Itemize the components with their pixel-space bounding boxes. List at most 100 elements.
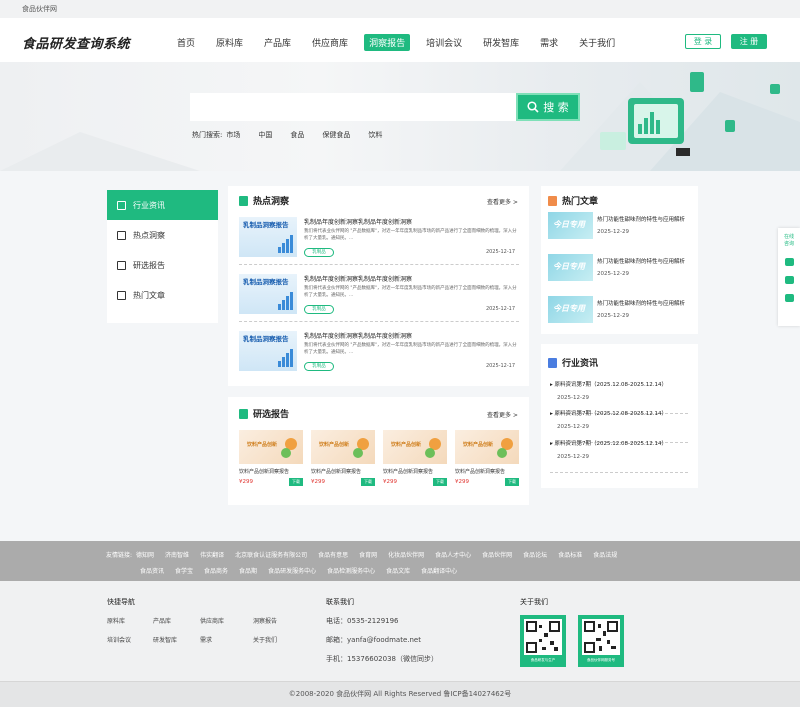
friend-link[interactable]: 食品期 (239, 566, 257, 575)
footer-link[interactable]: 供应商库 (200, 616, 224, 625)
report-card[interactable]: 饮料产品创新 饮料产品创新洞察报告 ¥299 下载 (455, 430, 519, 488)
wechat-icon[interactable] (784, 294, 794, 302)
hot-term[interactable]: 保健食品 (322, 130, 350, 140)
insight-article[interactable]: 乳制品洞察报告 乳制品年度创新洞察乳制品年度创新洞察 我们将代表业伙伴网的 "产… (239, 215, 519, 265)
friend-link[interactable]: 食品伙伴网 (482, 550, 512, 559)
report-card[interactable]: 饮料产品创新 饮料产品创新洞察报告 ¥299 下载 (239, 430, 303, 488)
reports-more-link[interactable]: 查看更多 > (487, 410, 518, 419)
footer-link[interactable]: 原料库 (107, 616, 125, 625)
friend-link[interactable]: 北京联食认证服务有限公司 (235, 550, 307, 559)
search-icon (527, 101, 539, 113)
news-item[interactable]: ▸ 原料资讯第7期（2025.12.08-2025.12.14） 2025-12… (550, 435, 688, 473)
hot-term[interactable]: 中国 (258, 130, 272, 140)
hot-term[interactable]: 市场 (226, 130, 240, 140)
hot-article-item[interactable]: 今日专用 热门功能性甜味剂的特性与应用解析 2025-12-29 (548, 212, 693, 240)
register-button[interactable]: 注 册 (731, 34, 767, 49)
search-input[interactable] (190, 93, 517, 121)
insight-article[interactable]: 乳制品洞察报告 乳制品年度创新洞察乳制品年度创新洞察 我们将代表业伙伴网的 "产… (239, 329, 519, 379)
mail-icon[interactable] (784, 276, 794, 284)
hot-article-item[interactable]: 今日专用 热门功能性甜味剂的特性与应用解析 2025-12-29 (548, 296, 693, 324)
hot-term[interactable]: 食品 (290, 130, 304, 140)
industry-news-title-text: 行业资讯 (562, 359, 599, 369)
nav-demand[interactable]: 需求 (535, 34, 563, 51)
article-title[interactable]: 乳制品年度创新洞察乳制品年度创新洞察 (304, 274, 412, 283)
sidebar-item-label: 热点洞察 (133, 230, 165, 240)
footer-link[interactable]: 关于我们 (253, 635, 277, 644)
contact-phone: 电话：0535-2129196 (326, 617, 399, 625)
nav-suppliers[interactable]: 供应商库 (307, 34, 353, 51)
cover-label: 饮料产品创新 (391, 442, 422, 448)
friend-link[interactable]: 食品论坛 (523, 550, 547, 559)
nav-think-tank[interactable]: 研发智库 (478, 34, 524, 51)
contact-email[interactable]: 邮箱：yanfa@foodmate.net (326, 635, 421, 645)
nav-ingredients[interactable]: 原料库 (211, 34, 248, 51)
sidebar-item-hot-articles[interactable]: 热门文章 (107, 280, 218, 310)
download-badge[interactable]: 下载 (361, 478, 375, 486)
insight-article[interactable]: 乳制品洞察报告 乳制品年度创新洞察乳制品年度创新洞察 我们将代表业伙伴网的 "产… (239, 272, 519, 322)
contact-title: 联系我们 (326, 598, 354, 606)
article-date: 2025-12-17 (485, 363, 515, 369)
friend-link[interactable]: 食育网 (359, 550, 377, 559)
search-button[interactable]: 搜 索 (516, 93, 580, 121)
download-badge[interactable]: 下载 (289, 478, 303, 486)
article-title[interactable]: 乳制品年度创新洞察乳制品年度创新洞察 (304, 331, 412, 340)
nav-insight-reports[interactable]: 洞察报告 (364, 34, 411, 51)
footer-link[interactable]: 洞察报告 (253, 616, 277, 625)
friend-link[interactable]: 济南智维 (165, 550, 189, 559)
report-card[interactable]: 饮料产品创新 饮料产品创新洞察报告 ¥299 下载 (383, 430, 447, 488)
news-title[interactable]: ▸ 原料资讯第7期（2025.12.08-2025.12.14） (550, 380, 667, 388)
download-badge[interactable]: 下载 (433, 478, 447, 486)
friend-link[interactable]: 食品商务 (204, 566, 228, 575)
article-tag[interactable]: 乳制品 (304, 248, 334, 257)
friend-link[interactable]: 食品有意思 (318, 550, 348, 559)
footer-link[interactable]: 研发智库 (153, 635, 177, 644)
friend-link[interactable]: 食品检测服务中心 (327, 566, 375, 575)
download-badge[interactable]: 下载 (505, 478, 519, 486)
footer-link[interactable]: 培训会议 (107, 635, 131, 644)
login-button[interactable]: 登 录 (685, 34, 721, 49)
hot-article-thumbnail: 今日专用 (548, 254, 593, 281)
online-consult-button[interactable]: 在线 咨询 (778, 234, 800, 248)
friend-link[interactable]: 食品研发服务中心 (268, 566, 316, 575)
insight-title: 热点洞察 (239, 194, 289, 207)
friend-link[interactable]: 食品法规 (593, 550, 617, 559)
report-icon (239, 408, 248, 419)
sidebar-item-industry-news[interactable]: 行业资讯 (107, 190, 218, 220)
nav-training[interactable]: 培训会议 (421, 34, 467, 51)
nav-home[interactable]: 首页 (172, 34, 200, 51)
nav-about[interactable]: 关于我们 (574, 34, 620, 51)
friend-link[interactable]: 食品翻译中心 (421, 566, 457, 575)
article-title[interactable]: 乳制品年度创新洞察乳制品年度创新洞察 (304, 217, 412, 226)
sidebar-item-reports[interactable]: 研选报告 (107, 250, 218, 280)
report-price: ¥299 (455, 479, 469, 485)
friend-link[interactable]: 食学宝 (175, 566, 193, 575)
friend-link[interactable]: 化妆品伙伴网 (388, 550, 424, 559)
article-tag[interactable]: 乳制品 (304, 362, 334, 371)
site-logo[interactable]: 食品研发查询系统 (22, 33, 130, 52)
qr-caption: 食品伙伴网服务号 (587, 658, 615, 662)
hot-article-item[interactable]: 今日专用 热门功能性甜味剂的特性与应用解析 2025-12-29 (548, 254, 693, 282)
hot-article-title[interactable]: 热门功能性甜味剂的特性与应用解析 (597, 257, 685, 265)
thumb-text: 今日专用 (553, 304, 585, 313)
news-title[interactable]: ▸ 原料资讯第7期（2025.12.08-2025.12.14） (550, 439, 667, 447)
report-card[interactable]: 饮料产品创新 饮料产品创新洞察报告 ¥299 下载 (311, 430, 375, 488)
friend-link[interactable]: 食品资讯 (140, 566, 164, 575)
hot-article-title[interactable]: 热门功能性甜味剂的特性与应用解析 (597, 299, 685, 307)
nav-products[interactable]: 产品库 (259, 34, 296, 51)
friend-link[interactable]: 伟实翻译 (200, 550, 224, 559)
article-icon (117, 290, 126, 300)
copyright: ©2008-2020 食品伙伴网 All Rights Reserved 鲁IC… (0, 681, 800, 707)
footer-link[interactable]: 产品库 (153, 616, 171, 625)
friend-link[interactable]: 德知网 (136, 550, 154, 559)
friend-link[interactable]: 食品文库 (386, 566, 410, 575)
hot-article-title[interactable]: 热门功能性甜味剂的特性与应用解析 (597, 215, 685, 223)
phone-icon[interactable] (784, 258, 794, 266)
friend-link[interactable]: 食品人才中心 (435, 550, 471, 559)
footer-link[interactable]: 需求 (200, 635, 212, 644)
sidebar-item-hot-insight[interactable]: 热点洞察 (107, 220, 218, 250)
article-tag[interactable]: 乳制品 (304, 305, 334, 314)
hot-term[interactable]: 饮料 (368, 130, 382, 140)
news-title[interactable]: ▸ 原料资讯第7期（2025.12.08-2025.12.14） (550, 409, 667, 417)
friend-link[interactable]: 食品标准 (558, 550, 582, 559)
insight-more-link[interactable]: 查看更多 > (487, 197, 518, 206)
